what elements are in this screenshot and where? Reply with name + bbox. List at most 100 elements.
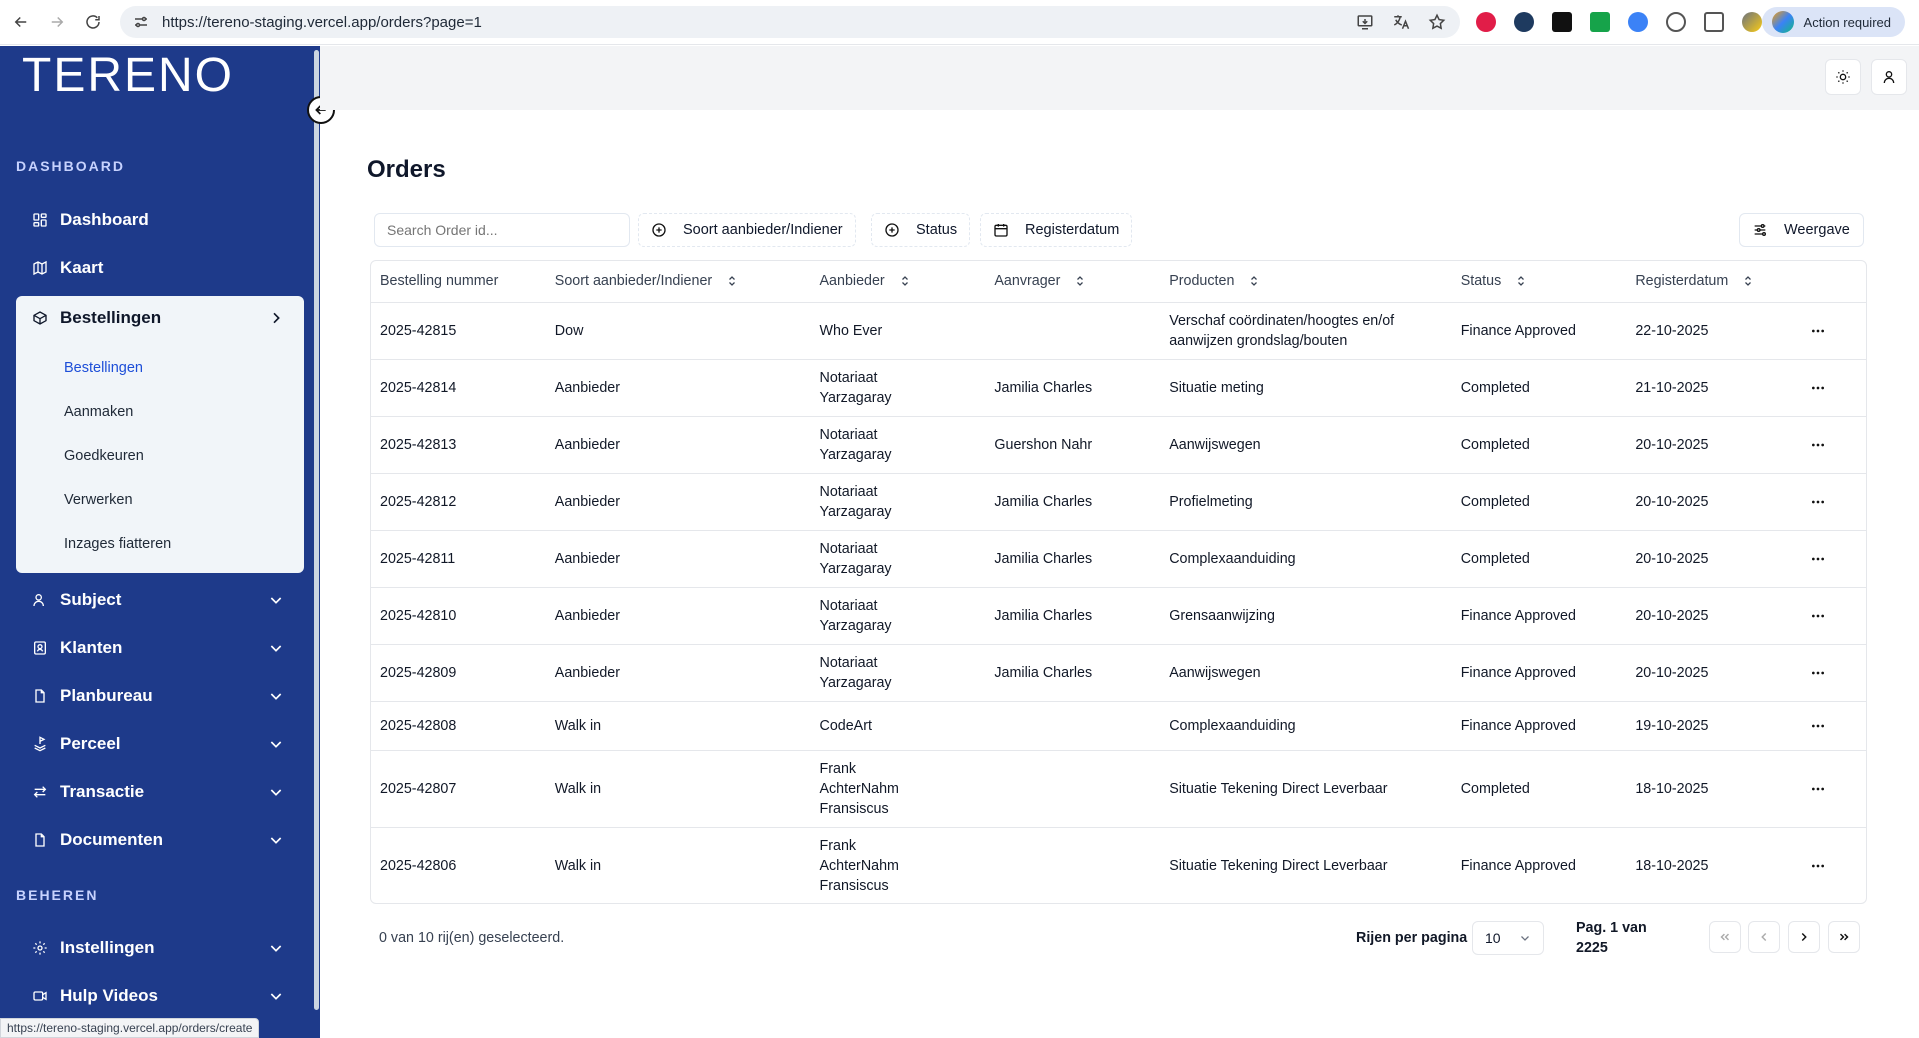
cell-aanvrager <box>985 750 1161 828</box>
sidebar-item-klanten[interactable]: Klanten <box>16 626 304 670</box>
sub-item-bestellingen[interactable]: Bestellingen <box>64 360 143 376</box>
table-row[interactable]: 2025-42806 Walk in Frank AchterNahm Fransi… <box>371 827 1866 903</box>
table-row[interactable]: 2025-42809 Aanbieder Notariaat Yarzagaray J… <box>371 644 1866 702</box>
sub-item-verwerken[interactable]: Verwerken <box>64 492 133 508</box>
user-menu-button[interactable] <box>1871 59 1907 95</box>
more-horizontal-icon[interactable] <box>1810 858 1826 874</box>
profile-avatar-icon[interactable] <box>1742 12 1762 32</box>
sub-item-inzages-fiatteren[interactable]: Inzages fiatteren <box>64 536 171 552</box>
more-horizontal-icon[interactable] <box>1810 718 1826 734</box>
column-header-producten[interactable]: Producten <box>1160 261 1452 303</box>
sidebar-item-planbureau[interactable]: Planbureau <box>16 674 304 718</box>
table-row[interactable]: 2025-42813 Aanbieder Notariaat Yarzagaray G… <box>371 416 1866 474</box>
site-settings-icon[interactable] <box>132 13 150 31</box>
arrows-exchange-icon <box>33 786 47 798</box>
table-row[interactable]: 2025-42812 Aanbieder Notariaat Yarzagaray J… <box>371 473 1866 531</box>
more-horizontal-icon[interactable] <box>1810 608 1826 624</box>
more-horizontal-icon[interactable] <box>1810 380 1826 396</box>
theme-toggle-button[interactable] <box>1825 59 1861 95</box>
extension-red-icon[interactable] <box>1476 12 1496 32</box>
sidebar-item-dashboard[interactable]: Dashboard <box>16 198 304 242</box>
column-header-registerdatum[interactable]: Registerdatum <box>1626 261 1802 303</box>
sub-item-goedkeuren[interactable]: Goedkeuren <box>64 448 144 464</box>
sort-icon[interactable] <box>1742 275 1754 287</box>
app-logo[interactable]: TERENO <box>22 48 234 103</box>
plus-circle-icon <box>885 223 899 237</box>
extension-globe-icon[interactable] <box>1628 12 1648 32</box>
address-bar[interactable]: https://tereno-staging.vercel.app/orders… <box>120 6 1460 38</box>
sidebar-scrollbar[interactable] <box>314 50 319 1010</box>
filter-soort-button[interactable]: Soort aanbieder/Indiener <box>638 213 856 247</box>
table-row[interactable]: 2025-42814 Aanbieder Notariaat Yarzagaray J… <box>371 359 1866 417</box>
more-horizontal-icon[interactable] <box>1810 323 1826 339</box>
filter-status-button[interactable]: Status <box>871 213 971 247</box>
extension-download-icon[interactable] <box>1590 12 1610 32</box>
page-title: Orders <box>367 156 446 183</box>
sub-item-aanmaken[interactable]: Aanmaken <box>64 404 133 420</box>
table-row[interactable]: 2025-42807 Walk in Frank AchterNahm Fransi… <box>371 750 1866 828</box>
sidebar-item-documenten[interactable]: Documenten <box>16 818 304 862</box>
extension-check-icon[interactable] <box>1514 12 1534 32</box>
sidebar-item-transactie[interactable]: Transactie <box>16 770 304 814</box>
sort-icon[interactable] <box>1515 275 1527 287</box>
install-icon[interactable] <box>1356 13 1374 31</box>
more-horizontal-icon[interactable] <box>1810 551 1826 567</box>
translate-icon[interactable] <box>1392 13 1410 31</box>
selection-count: 0 van 10 rij(en) geselecteerd. <box>379 930 565 946</box>
sidebar-item-perceel[interactable]: Perceel <box>16 722 304 766</box>
column-header-aanvrager[interactable]: Aanvrager <box>985 261 1161 303</box>
rows-per-page-label: Rijen per pagina <box>1356 930 1468 946</box>
sidebar-item-label: Documenten <box>60 830 163 849</box>
action-required-button[interactable]: Action required <box>1761 7 1905 37</box>
section-label-dashboard: DASHBOARD <box>16 158 125 174</box>
bookmark-star-icon[interactable] <box>1428 13 1446 31</box>
column-header-aanbieder[interactable]: Aanbieder <box>810 261 986 303</box>
sidebar-item-hulp-videos[interactable]: Hulp Videos <box>16 974 304 1018</box>
cell-producten: Aanwijswegen <box>1160 416 1452 474</box>
search-order-input[interactable] <box>374 213 630 247</box>
sort-icon[interactable] <box>1248 275 1260 287</box>
back-icon[interactable] <box>6 7 36 37</box>
reload-icon[interactable] <box>78 7 108 37</box>
package-icon <box>33 311 47 325</box>
sidebar-item-instellingen[interactable]: Instellingen <box>16 926 304 970</box>
filter-registerdatum-button[interactable]: Registerdatum <box>980 213 1133 247</box>
sidebar-item-label: Planbureau <box>60 686 153 705</box>
cell-soort: Aanbieder <box>545 416 811 474</box>
more-horizontal-icon[interactable] <box>1810 665 1826 681</box>
column-header-soort[interactable]: Soort aanbieder/Indiener <box>545 261 811 303</box>
first-page-button[interactable] <box>1709 921 1741 953</box>
sidebar-item-subject[interactable]: Subject <box>16 578 304 622</box>
last-page-button[interactable] <box>1828 921 1860 953</box>
extension-spinner-icon[interactable] <box>1666 12 1686 32</box>
table-row[interactable]: 2025-42810 Aanbieder Notariaat Yarzagaray J… <box>371 587 1866 645</box>
next-page-button[interactable] <box>1788 921 1820 953</box>
sort-icon[interactable] <box>899 275 911 287</box>
cell-producten: Situatie Tekening Direct Leverbaar <box>1169 857 1388 874</box>
sidebar-item-bestellingen[interactable]: Bestellingen <box>16 296 304 340</box>
sort-icon[interactable] <box>726 275 738 287</box>
table-row[interactable]: 2025-42815 Dow Who Ever Verschaf coördinate… <box>371 302 1866 360</box>
cell-order-number: 2025-42813 <box>371 416 546 474</box>
cell-status: Completed <box>1451 530 1627 588</box>
extensions-bar <box>1476 12 1762 32</box>
forward-icon[interactable] <box>42 7 72 37</box>
column-header-status[interactable]: Status <box>1451 261 1627 303</box>
cell-aanbieder: Notariaat Yarzagaray <box>810 359 986 417</box>
view-options-button[interactable]: Weergave <box>1739 213 1864 247</box>
table-row[interactable]: 2025-42811 Aanbieder Notariaat Yarzagaray J… <box>371 530 1866 588</box>
cell-aanbieder: Frank AchterNahm Fransiscus <box>810 750 986 828</box>
cell-soort: Aanbieder <box>545 473 811 531</box>
more-horizontal-icon[interactable] <box>1810 494 1826 510</box>
table-row[interactable]: 2025-42808 Walk in CodeArt Complexaanduidin… <box>371 701 1866 751</box>
cell-status: Completed <box>1451 473 1627 531</box>
extensions-puzzle-icon[interactable] <box>1704 12 1724 32</box>
previous-page-button[interactable] <box>1748 921 1780 953</box>
sidebar-item-kaart[interactable]: Kaart <box>16 246 304 290</box>
more-horizontal-icon[interactable] <box>1810 781 1826 797</box>
extension-font-icon[interactable] <box>1552 12 1572 32</box>
rows-per-page-select[interactable]: 10 <box>1472 921 1544 955</box>
row-actions-cell <box>1801 827 1866 903</box>
more-horizontal-icon[interactable] <box>1810 437 1826 453</box>
sort-icon[interactable] <box>1074 275 1086 287</box>
